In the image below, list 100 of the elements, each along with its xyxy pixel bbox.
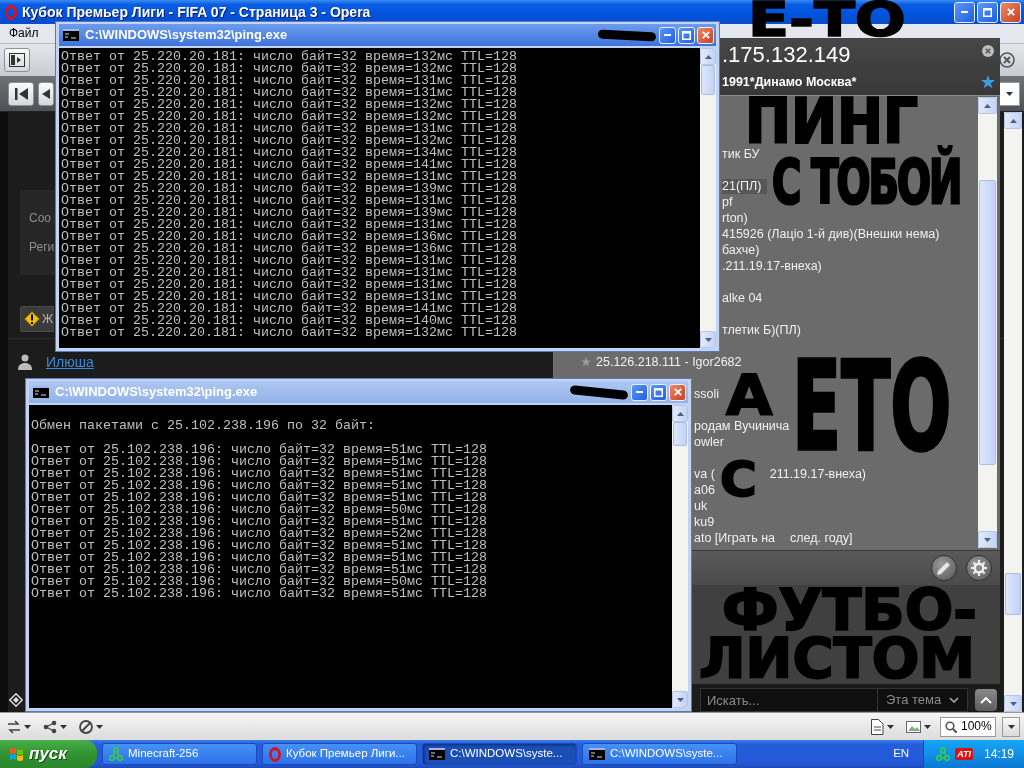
caret-icon	[96, 724, 103, 729]
nodes-icon	[43, 719, 57, 734]
contact-name[interactable]: ato [Играть на	[694, 530, 776, 546]
panel-icon	[9, 53, 25, 67]
toolbar-button[interactable]	[868, 716, 897, 737]
handwritten-note: ЛИСТОМ	[698, 636, 976, 680]
contact-name[interactable]: owler	[694, 434, 724, 450]
toolbar-button[interactable]	[903, 718, 934, 735]
settings-button[interactable]	[966, 555, 992, 581]
triangle-up-icon	[984, 103, 991, 108]
dropdown-button[interactable]	[1002, 716, 1020, 737]
taskbar-button[interactable]: C:\WINDOWS\syste...	[422, 743, 577, 765]
console-line: Обмен пакетами с 25.102.238.196 по 32 байт:	[31, 420, 375, 432]
user-icon	[18, 354, 32, 370]
arrows-icon	[7, 719, 21, 734]
scroll-down-button[interactable]	[978, 531, 997, 548]
handwritten-note: ЕТО	[792, 359, 953, 455]
scrollbar-thumb[interactable]	[1005, 573, 1021, 615]
taskbar-button[interactable]: Minecraft-256	[102, 743, 257, 765]
search-icon	[945, 720, 957, 733]
console-line: Ответ от 25.220.20.181: число байт=32 время=136мс TTL=128	[61, 243, 517, 255]
contact-name[interactable]: ssoli	[694, 386, 719, 402]
console-icon	[33, 386, 49, 398]
scroll-up-button[interactable]	[672, 405, 688, 422]
language-indicator[interactable]: EN	[879, 747, 924, 761]
contact-name[interactable]: 21(ПЛ)	[722, 178, 768, 194]
close-button[interactable]	[697, 26, 714, 44]
close-button[interactable]	[669, 383, 686, 401]
contact-name[interactable]: бахче)	[722, 242, 760, 258]
close-tab-button[interactable]	[997, 50, 1017, 70]
back-button[interactable]	[38, 81, 54, 106]
edit-button[interactable]	[931, 555, 957, 581]
contact-name[interactable]: ku9	[694, 514, 715, 530]
close-icon	[999, 52, 1015, 68]
toolbar-button[interactable]	[76, 717, 106, 736]
console-line: Ответ от 25.220.20.181: число байт=32 время=131мс TTL=128	[61, 279, 517, 291]
maximize-button[interactable]	[650, 383, 667, 401]
minimize-button[interactable]	[954, 1, 975, 23]
console-line: Ответ от 25.102.238.196: число байт=32 время=52мс TTL=128	[31, 528, 487, 540]
zoom-dropdown[interactable]: 100%	[940, 716, 996, 737]
caret-icon	[1005, 91, 1013, 96]
contact-name[interactable]: 25.126.218.111 - Igor2682	[596, 354, 742, 370]
chat-subtitle: 1991*Динамо Москва*	[722, 74, 857, 90]
console-line: Ответ от 25.220.20.181: число байт=32 время=140мс TTL=128	[61, 315, 517, 327]
skip-back-icon	[14, 87, 28, 100]
minimize-button[interactable]	[659, 26, 676, 44]
contact-name[interactable]: 415926 (Лаціо 1-й див)(Внешки нема)	[722, 226, 940, 242]
scrollbar-thumb[interactable]	[979, 180, 996, 465]
menu-item[interactable]: Файл	[4, 25, 44, 42]
handwritten-note: С ТОБОЙ	[771, 146, 962, 206]
scroll-down-button[interactable]	[672, 691, 688, 708]
start-button[interactable]: пуск	[0, 740, 97, 768]
scrollbar-thumb[interactable]	[673, 422, 687, 446]
taskbar-button[interactable]: Кубок Премьер Лиги...	[262, 743, 417, 765]
close-button[interactable]	[982, 44, 995, 57]
close-icon	[1006, 8, 1015, 16]
contact-name[interactable]: pf	[722, 194, 733, 210]
contact-name[interactable]: a06	[694, 482, 715, 498]
favorite-button[interactable]	[981, 75, 995, 89]
clock: 14:19	[983, 746, 1014, 762]
caret-icon	[924, 724, 931, 729]
rewind-button[interactable]	[8, 81, 34, 106]
console-line: Ответ от 25.102.238.196: число байт=32 время=51мс TTL=128	[31, 516, 487, 528]
contact-name[interactable]: alke 04	[722, 290, 763, 306]
contact-name[interactable]: след. году]	[790, 530, 853, 546]
scroll-up-button[interactable]	[1004, 112, 1022, 129]
scroll-up-button[interactable]	[700, 48, 716, 65]
contact-name[interactable]: uk	[694, 498, 708, 514]
maximize-icon	[682, 30, 691, 40]
contact-name[interactable]: тлетик Б)(ПЛ)	[722, 322, 801, 338]
maximize-button[interactable]	[977, 1, 998, 23]
handwritten-note: ФУТБО-	[722, 588, 978, 633]
warning-button[interactable]: Ж	[20, 306, 54, 332]
caret-icon	[24, 724, 31, 729]
contact-name[interactable]: .211.19.17-внеха)	[722, 258, 822, 274]
contact-name[interactable]: rton)	[722, 210, 748, 226]
close-button[interactable]	[1000, 1, 1021, 23]
console-line: Ответ от 25.220.20.181: число байт=32 время=132мс TTL=128	[61, 63, 517, 75]
contact-name[interactable]: родам Вучинича	[694, 418, 790, 434]
scroll-up-button[interactable]	[978, 97, 997, 114]
scroll-top-button[interactable]	[975, 689, 997, 711]
scroll-down-button[interactable]	[1004, 695, 1022, 712]
scroll-down-button[interactable]	[700, 331, 716, 348]
console-line: Ответ от 25.102.238.196: число байт=32 время=51мс TTL=128	[31, 492, 487, 504]
maximize-button[interactable]	[678, 26, 695, 44]
minimize-button[interactable]	[631, 383, 648, 401]
minimize-icon	[664, 34, 671, 36]
panel-toggle-button[interactable]	[4, 48, 30, 72]
scrollbar-thumb[interactable]	[701, 65, 715, 95]
contact-name[interactable]: тик БУ	[722, 146, 760, 162]
console-line: Ответ от 25.220.20.181: число байт=32 время=131мс TTL=128	[61, 123, 517, 135]
scope-dropdown[interactable]: Эта тема	[878, 688, 968, 712]
ring-icon	[269, 746, 281, 762]
handwritten-note: А	[726, 373, 773, 417]
contact-name[interactable]: 211.19.17-внеха)	[769, 466, 866, 482]
dropdown-button[interactable]	[998, 81, 1020, 106]
taskbar-button[interactable]: C:\WINDOWS\syste...	[582, 743, 737, 765]
search-field[interactable]: Искать...	[700, 688, 878, 712]
contact-name[interactable]: va (	[694, 466, 715, 482]
user-link[interactable]: Илюша	[46, 354, 94, 370]
